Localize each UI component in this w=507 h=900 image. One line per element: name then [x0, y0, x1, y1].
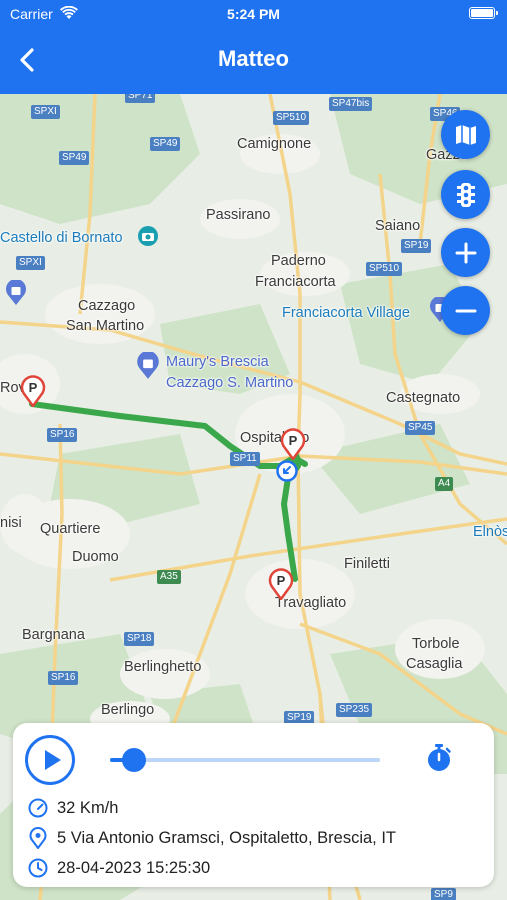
- map-poi-label: Cazzago S. Martino: [166, 375, 294, 391]
- road-badge: SP71: [125, 94, 156, 103]
- map-place-label: Passirano: [206, 207, 271, 223]
- map-place-label: nisi: [0, 515, 22, 531]
- map-poi-label: Franciacorta Village: [282, 305, 410, 321]
- app-header: Carrier 5:24 PM Matteo: [0, 0, 507, 94]
- map-place-label: Bargnana: [22, 627, 85, 643]
- page-title: Matteo: [218, 46, 289, 71]
- status-bar: Carrier 5:24 PM: [0, 0, 507, 28]
- camera-icon: [138, 226, 158, 246]
- datetime-row: 28-04-2023 15:25:30: [27, 857, 210, 879]
- svg-text:P: P: [29, 380, 38, 395]
- road-badge: SP18: [124, 632, 155, 646]
- playback-panel: 32 Km/h 5 Via Antonio Gramsci, Ospitalet…: [13, 723, 494, 887]
- map-place-label: San Martino: [66, 318, 145, 334]
- road-badge: SP235: [336, 703, 373, 717]
- zoom-in-button[interactable]: [441, 228, 490, 277]
- traffic-light-icon: [456, 182, 475, 207]
- status-time: 5:24 PM: [227, 6, 280, 22]
- play-icon: [45, 750, 61, 770]
- location-pin-icon: [29, 827, 47, 849]
- road-badge: SPXI: [31, 105, 60, 119]
- speed-row: 32 Km/h: [27, 797, 118, 819]
- map-place-label: Franciacorta: [255, 274, 336, 290]
- playback-slider[interactable]: [110, 748, 380, 772]
- map-place-label: Berlingo: [101, 702, 155, 718]
- road-badge: SP16: [47, 428, 78, 442]
- map-place-label: Duomo: [72, 549, 119, 565]
- road-badge: SPXI: [16, 256, 45, 270]
- map-place-label: Castegnato: [386, 390, 461, 406]
- svg-text:P: P: [277, 573, 286, 588]
- traffic-button[interactable]: [441, 170, 490, 219]
- map-place-label: Paderno: [271, 253, 326, 269]
- plus-icon: [455, 242, 476, 263]
- speed-value: 32 Km/h: [57, 798, 119, 817]
- map-place-label: Camignone: [237, 136, 312, 152]
- road-badge: SP510: [273, 111, 310, 125]
- road-badge: SP510: [366, 262, 403, 276]
- map-place-label: Finiletti: [344, 556, 390, 572]
- stopwatch-icon[interactable]: [425, 743, 453, 773]
- svg-text:P: P: [289, 433, 298, 448]
- map-icon: [455, 124, 476, 145]
- map-place-label: Quartiere: [40, 521, 101, 537]
- road-badge: SP45: [405, 421, 436, 435]
- map-poi-label: Maury's Brescia: [166, 354, 269, 370]
- speedometer-icon: [28, 798, 48, 818]
- shopping-bag-icon: [137, 352, 159, 379]
- zoom-out-button[interactable]: [441, 286, 490, 335]
- map-poi-label: Castello di Bornato: [0, 230, 123, 246]
- slider-thumb[interactable]: [122, 748, 147, 772]
- clock-icon: [28, 858, 48, 878]
- parking-pin-icon[interactable]: P: [268, 568, 294, 600]
- road-badge: A35: [157, 570, 181, 584]
- battery-icon: [469, 7, 498, 19]
- address-row: 5 Via Antonio Gramsci, Ospitaletto, Bres…: [27, 827, 396, 849]
- road-badge: SP11: [230, 452, 260, 466]
- play-button[interactable]: [25, 735, 75, 785]
- map-place-label: Cazzago: [78, 298, 136, 314]
- road-badge: A4: [435, 477, 454, 491]
- map-place-label: Casaglia: [406, 656, 463, 672]
- minus-icon: [455, 309, 476, 312]
- map-place-label: Saiano: [375, 218, 421, 234]
- map-place-label: Elnòs: [473, 524, 507, 540]
- datetime-value: 28-04-2023 15:25:30: [57, 858, 211, 877]
- road-badge: SP9: [431, 888, 456, 900]
- vehicle-position-icon[interactable]: [276, 460, 298, 482]
- road-badge: SP16: [48, 671, 79, 685]
- shopping-bag-icon: [6, 280, 26, 305]
- road-badge: SP49: [59, 151, 90, 165]
- road-badge: SP19: [401, 239, 432, 253]
- parking-pin-icon[interactable]: P: [280, 428, 306, 460]
- map-place-label: Berlinghetto: [124, 659, 202, 675]
- map-type-button[interactable]: [441, 110, 490, 159]
- road-badge: SP49: [150, 137, 181, 151]
- address-value: 5 Via Antonio Gramsci, Ospitaletto, Bres…: [57, 828, 397, 847]
- road-badge: SP47bis: [329, 97, 373, 111]
- parking-pin-icon[interactable]: P: [20, 375, 46, 407]
- map-place-label: Torbole: [412, 636, 460, 652]
